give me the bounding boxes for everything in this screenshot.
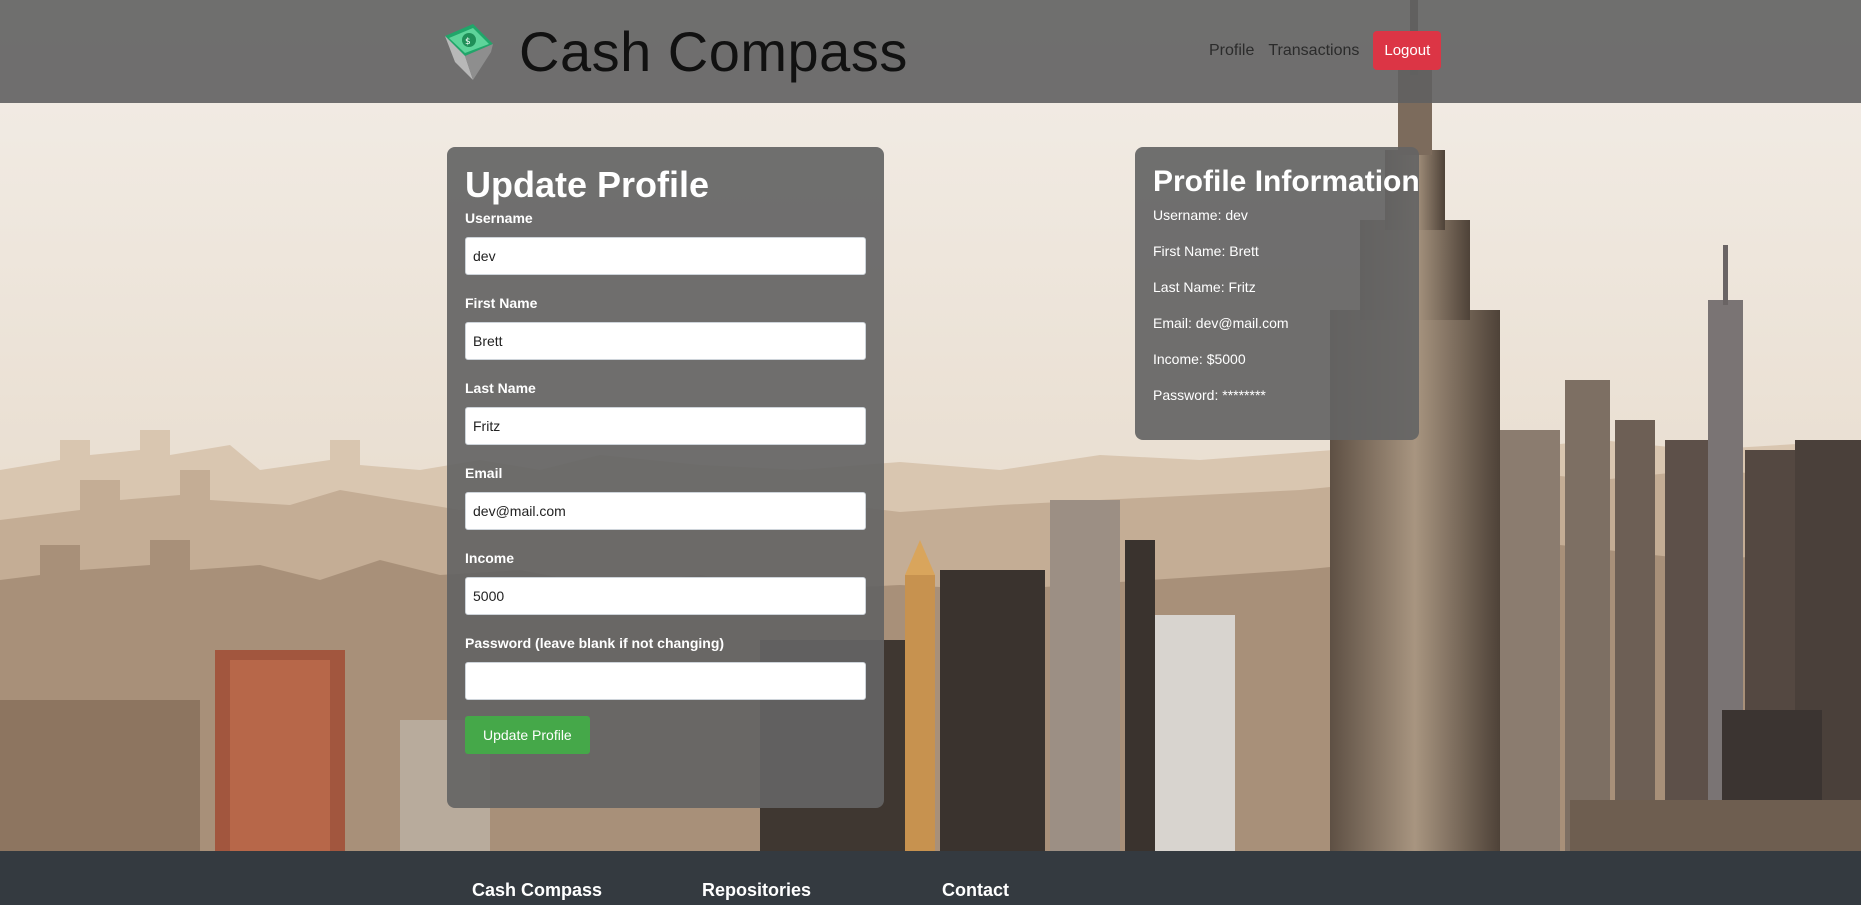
first-name-group: First Name [465, 296, 866, 360]
last-name-input[interactable] [465, 407, 866, 445]
username-input[interactable] [465, 237, 866, 275]
logout-button[interactable]: Logout [1373, 31, 1442, 70]
password-input[interactable] [465, 662, 866, 700]
update-profile-card: Update Profile Username First Name Last … [447, 147, 884, 808]
nav-profile-link[interactable]: Profile [1209, 42, 1254, 60]
income-label: Income [465, 550, 515, 566]
info-income: Income: $5000 [1153, 351, 1246, 367]
profile-information-title: Profile Information [1153, 165, 1420, 198]
income-group: Income [465, 551, 866, 615]
info-first-name: First Name: Brett [1153, 243, 1259, 259]
info-last-name: Last Name: Fritz [1153, 279, 1256, 295]
nav-links: Profile Transactions Logout [1209, 31, 1442, 70]
top-navbar: $ Cash Compass Profile Transactions Logo… [0, 0, 1861, 103]
first-name-input[interactable] [465, 322, 866, 360]
update-profile-button[interactable]: Update Profile [465, 716, 590, 754]
money-logo-icon: $ [445, 24, 493, 80]
password-group: Password (leave blank if not changing) [465, 636, 866, 700]
last-name-label: Last Name [465, 380, 536, 396]
footer-heading-contact: Contact [942, 880, 1009, 900]
info-password: Password: ******** [1153, 387, 1266, 403]
profile-information-card: Profile Information Username: dev First … [1135, 147, 1420, 440]
income-input[interactable] [465, 577, 866, 615]
profile-information-list: Username: dev First Name: Brett Last Nam… [1153, 204, 1401, 420]
info-username: Username: dev [1153, 207, 1248, 223]
username-label: Username [465, 210, 533, 226]
email-input[interactable] [465, 492, 866, 530]
footer-heading-repositories: Repositories [702, 880, 812, 900]
info-email: Email: dev@mail.com [1153, 315, 1289, 331]
last-name-group: Last Name [465, 381, 866, 445]
email-label: Email [465, 465, 503, 481]
city-skyline-background [0, 0, 1861, 851]
update-profile-title: Update Profile [465, 164, 710, 205]
brand-name: Cash Compass [519, 20, 908, 83]
email-group: Email [465, 466, 866, 530]
nav-transactions-link[interactable]: Transactions [1268, 42, 1359, 60]
footer: Cash Compass Repositories Contact [0, 851, 1861, 905]
brand[interactable]: $ Cash Compass [443, 22, 908, 82]
username-group: Username [465, 211, 866, 275]
first-name-label: First Name [465, 295, 538, 311]
password-label: Password (leave blank if not changing) [465, 635, 725, 651]
footer-heading-cash-compass: Cash Compass [472, 880, 603, 900]
svg-text:$: $ [465, 37, 471, 47]
